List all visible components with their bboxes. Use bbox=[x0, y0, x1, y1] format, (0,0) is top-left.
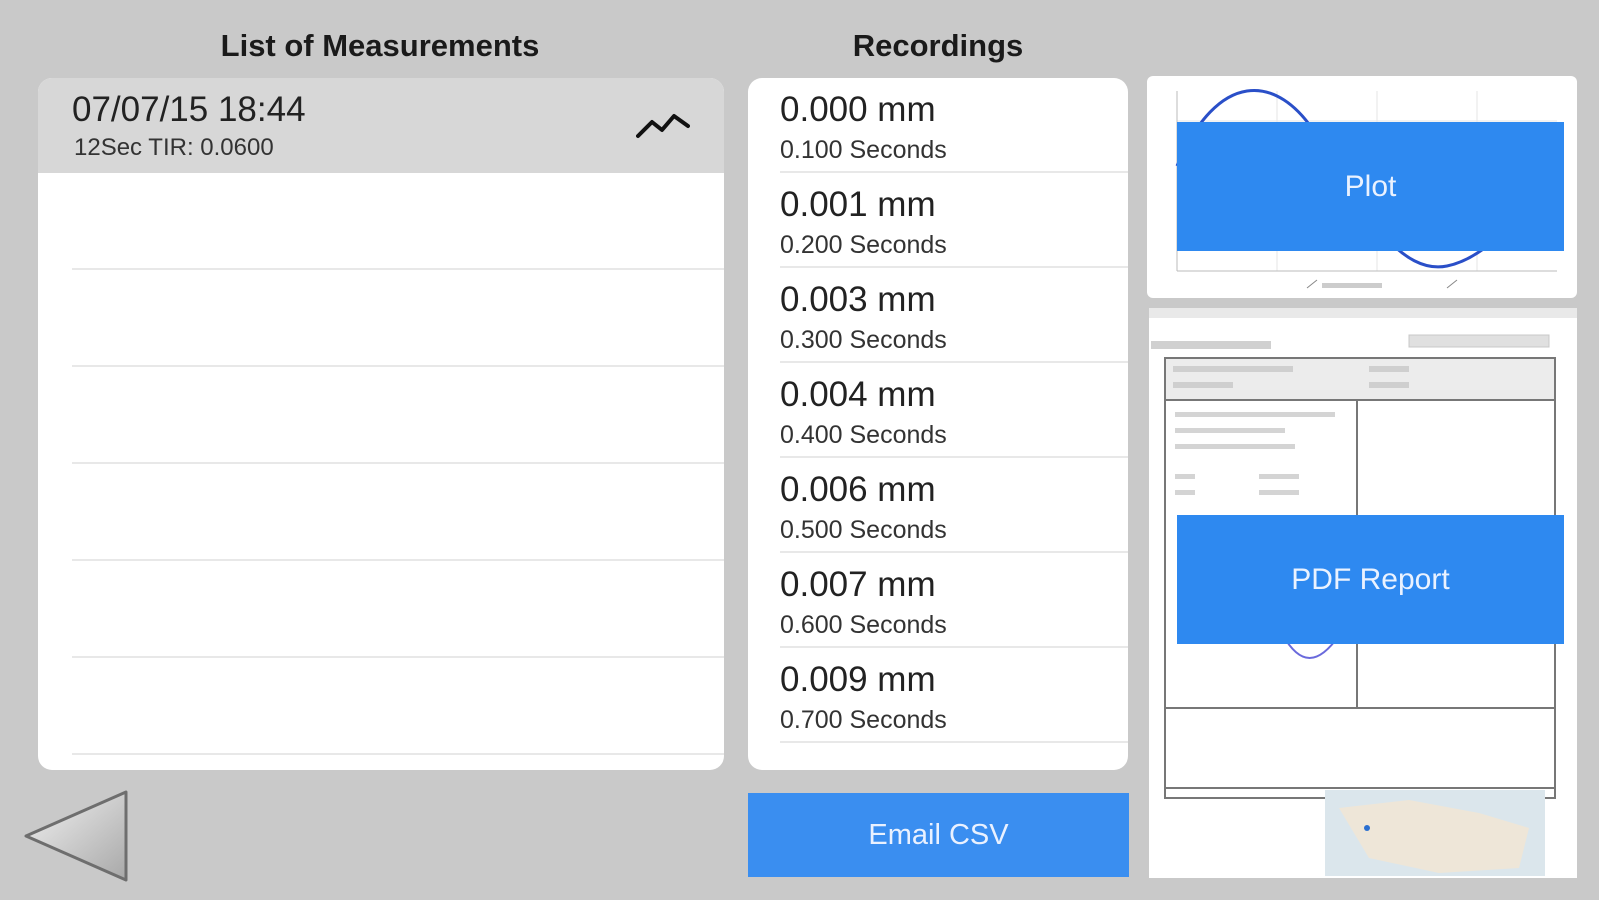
measurements-list: 07/07/15 18:44 12Sec TIR: 0.0600 bbox=[38, 78, 724, 770]
recording-time: 0.600 Seconds bbox=[780, 611, 947, 639]
empty-list-row bbox=[72, 270, 724, 367]
recording-item[interactable]: 0.006 mm 0.500 Seconds bbox=[780, 458, 1128, 553]
pdf-report-button[interactable]: PDF Report bbox=[1177, 515, 1564, 644]
recording-value: 0.007 mm bbox=[780, 565, 936, 604]
recording-item[interactable]: 0.003 mm 0.300 Seconds bbox=[780, 268, 1128, 363]
measurement-date: 07/07/15 18:44 bbox=[72, 90, 306, 129]
recording-item[interactable]: 0.001 mm 0.200 Seconds bbox=[780, 173, 1128, 268]
email-csv-button[interactable]: Email CSV bbox=[748, 793, 1129, 877]
recording-time: 0.200 Seconds bbox=[780, 231, 947, 259]
recording-value: 0.004 mm bbox=[780, 375, 936, 414]
recordings-list[interactable]: 0.000 mm 0.100 Seconds 0.001 mm 0.200 Se… bbox=[748, 78, 1128, 770]
recording-time: 0.300 Seconds bbox=[780, 326, 947, 354]
measurements-title: List of Measurements bbox=[220, 28, 540, 63]
recordings-title: Recordings bbox=[852, 28, 1024, 63]
empty-list-row bbox=[72, 464, 724, 561]
empty-list-row bbox=[72, 658, 724, 755]
recording-time: 0.500 Seconds bbox=[780, 516, 947, 544]
recording-value: 0.000 mm bbox=[780, 90, 936, 129]
measurement-item[interactable]: 07/07/15 18:44 12Sec TIR: 0.0600 bbox=[38, 78, 724, 173]
recording-item[interactable]: 0.009 mm 0.700 Seconds bbox=[780, 648, 1128, 743]
empty-list-row bbox=[72, 367, 724, 464]
recording-value: 0.006 mm bbox=[780, 470, 936, 509]
recording-item[interactable]: 0.004 mm 0.400 Seconds bbox=[780, 363, 1128, 458]
recording-time: 0.700 Seconds bbox=[780, 706, 947, 734]
back-arrow-icon[interactable] bbox=[20, 788, 132, 884]
empty-list-row bbox=[72, 561, 724, 658]
recording-time: 0.100 Seconds bbox=[780, 136, 947, 164]
empty-list-row bbox=[72, 173, 724, 270]
recording-value: 0.003 mm bbox=[780, 280, 936, 319]
wave-icon bbox=[636, 114, 690, 138]
measurement-subtitle: 12Sec TIR: 0.0600 bbox=[74, 134, 274, 161]
recording-time: 0.400 Seconds bbox=[780, 421, 947, 449]
recording-value: 0.009 mm bbox=[780, 660, 936, 699]
plot-button[interactable]: Plot bbox=[1177, 122, 1564, 251]
recording-item[interactable]: 0.007 mm 0.600 Seconds bbox=[780, 553, 1128, 648]
recording-item[interactable]: 0.000 mm 0.100 Seconds bbox=[780, 78, 1128, 173]
recording-value: 0.001 mm bbox=[780, 185, 936, 224]
